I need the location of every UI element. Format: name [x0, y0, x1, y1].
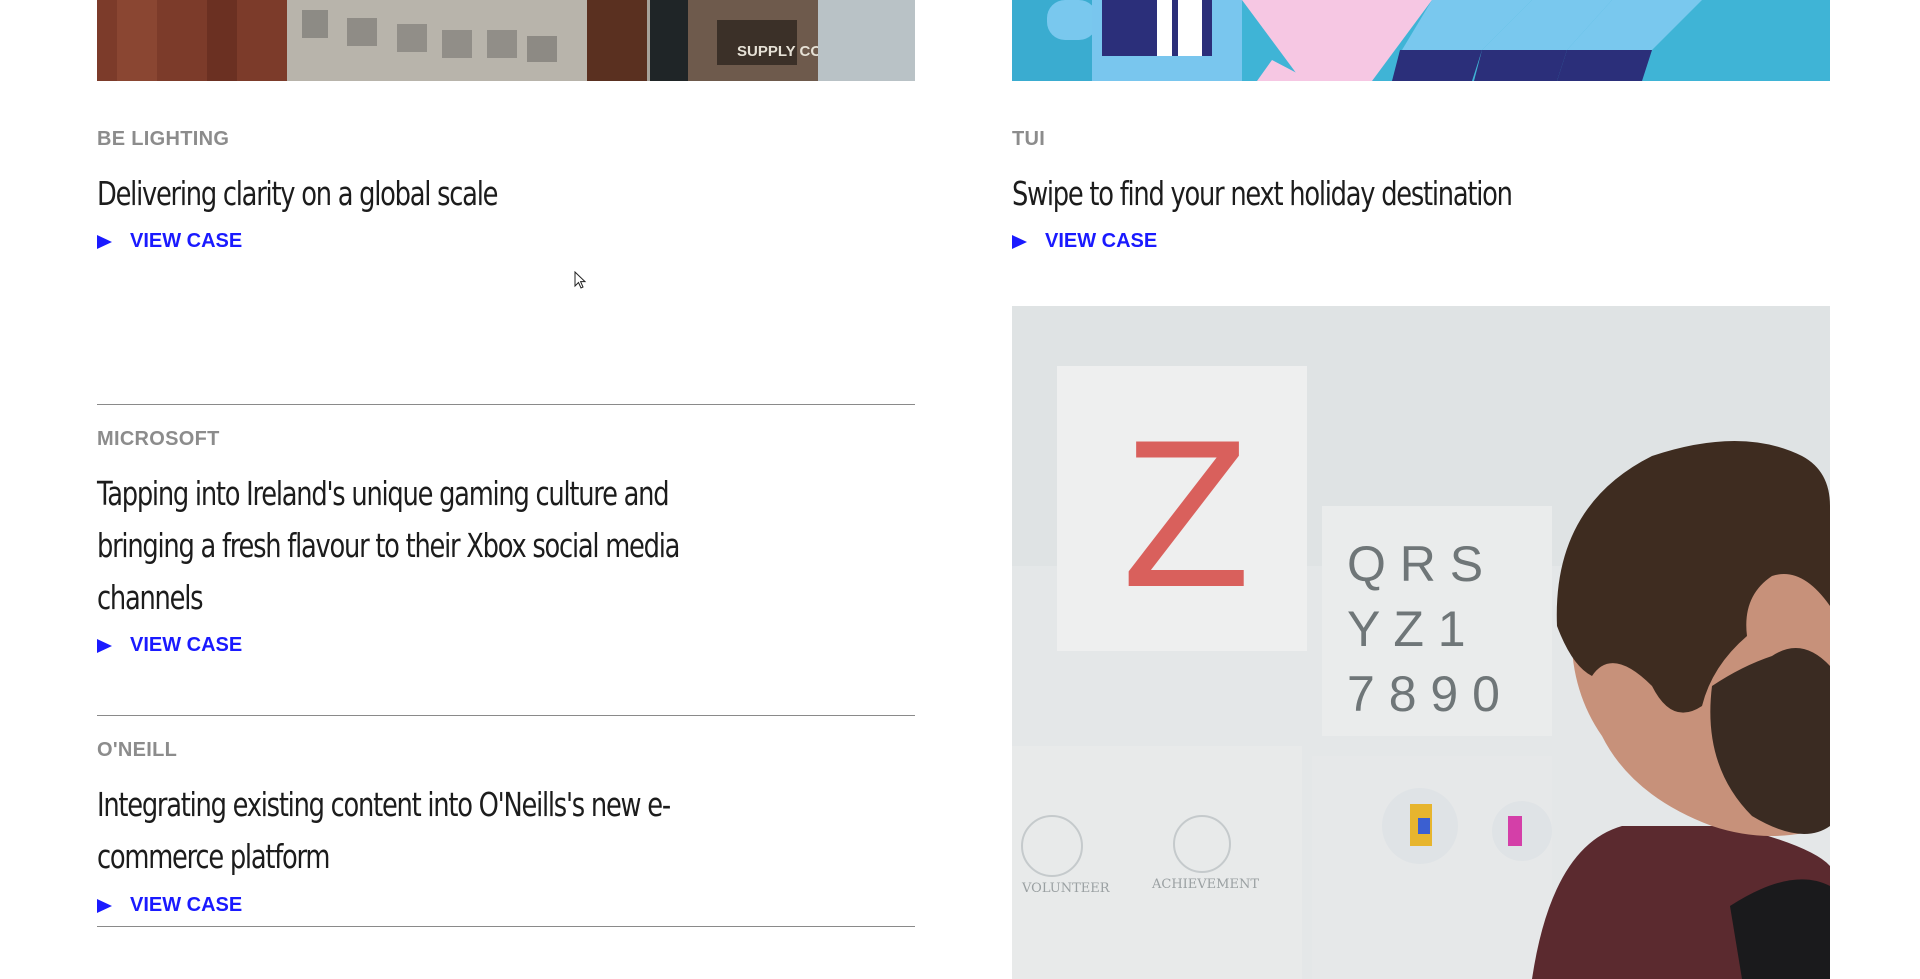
view-case-link[interactable]: VIEW CASE	[97, 230, 242, 253]
chart-letters-row: Y Z 1	[1347, 601, 1466, 657]
chart-letters-row: Q R S	[1347, 536, 1483, 592]
poster-letter: Z	[1122, 396, 1250, 631]
case-client-label: TUI	[1012, 128, 1046, 150]
tui-illustration	[1012, 0, 1830, 81]
play-triangle-icon	[97, 234, 112, 249]
case-title-line: commerce platform	[97, 837, 330, 876]
case-title-line: bringing a fresh flavour to their Xbox s…	[97, 526, 680, 565]
tui-case-image[interactable]	[1012, 0, 1830, 81]
case-client-label: O'NEILL	[97, 739, 178, 761]
mouse-pointer-icon	[574, 271, 587, 289]
view-case-label: VIEW CASE	[130, 634, 243, 656]
case-title-line: channels	[97, 578, 204, 617]
play-triangle-icon	[1012, 234, 1027, 249]
case-divider	[97, 926, 915, 927]
view-case-link[interactable]: VIEW CASE	[97, 634, 242, 657]
play-triangle-icon	[97, 898, 112, 913]
view-case-link[interactable]: VIEW CASE	[97, 894, 242, 917]
case-title-line: Integrating existing content into O'Neil…	[97, 785, 671, 824]
view-case-link[interactable]: VIEW CASE	[1012, 230, 1157, 253]
case-client-label: BE LIGHTING	[97, 128, 230, 150]
play-triangle-icon	[97, 638, 112, 653]
case-title[interactable]: Tapping into Ireland's unique gaming cul…	[97, 468, 846, 624]
case-photo-man-viewing-designs[interactable]: Z Q R S Y Z 1 7 8 9 0 VOLUNTEER ACHIEVEM…	[1012, 306, 1830, 979]
view-case-label: VIEW CASE	[130, 894, 243, 916]
stamp-text: ACHIEVEMENT	[1151, 877, 1259, 892]
case-studies-page: SUPPLY CO. BE LIGHTING Delivering clarit…	[0, 0, 1920, 979]
sign-text: SUPPLY CO.	[737, 43, 826, 60]
be-lighting-case-image[interactable]: SUPPLY CO.	[97, 0, 915, 81]
case-client-label: MICROSOFT	[97, 428, 220, 450]
case-divider	[97, 404, 915, 405]
case-divider	[97, 715, 915, 716]
case-title[interactable]: Integrating existing content into O'Neil…	[97, 779, 846, 883]
stamp-text: VOLUNTEER	[1021, 881, 1111, 896]
designer-photo: Z Q R S Y Z 1 7 8 9 0 VOLUNTEER ACHIEVEM…	[1012, 306, 1830, 979]
case-title-line: Tapping into Ireland's unique gaming cul…	[97, 474, 670, 513]
city-building-photo: SUPPLY CO.	[97, 0, 915, 81]
chart-letters-row: 7 8 9 0	[1347, 666, 1500, 722]
case-title[interactable]: Delivering clarity on a global scale	[97, 168, 846, 220]
case-title[interactable]: Swipe to find your next holiday destinat…	[1012, 168, 1761, 220]
view-case-label: VIEW CASE	[1045, 230, 1158, 252]
view-case-label: VIEW CASE	[130, 230, 243, 252]
